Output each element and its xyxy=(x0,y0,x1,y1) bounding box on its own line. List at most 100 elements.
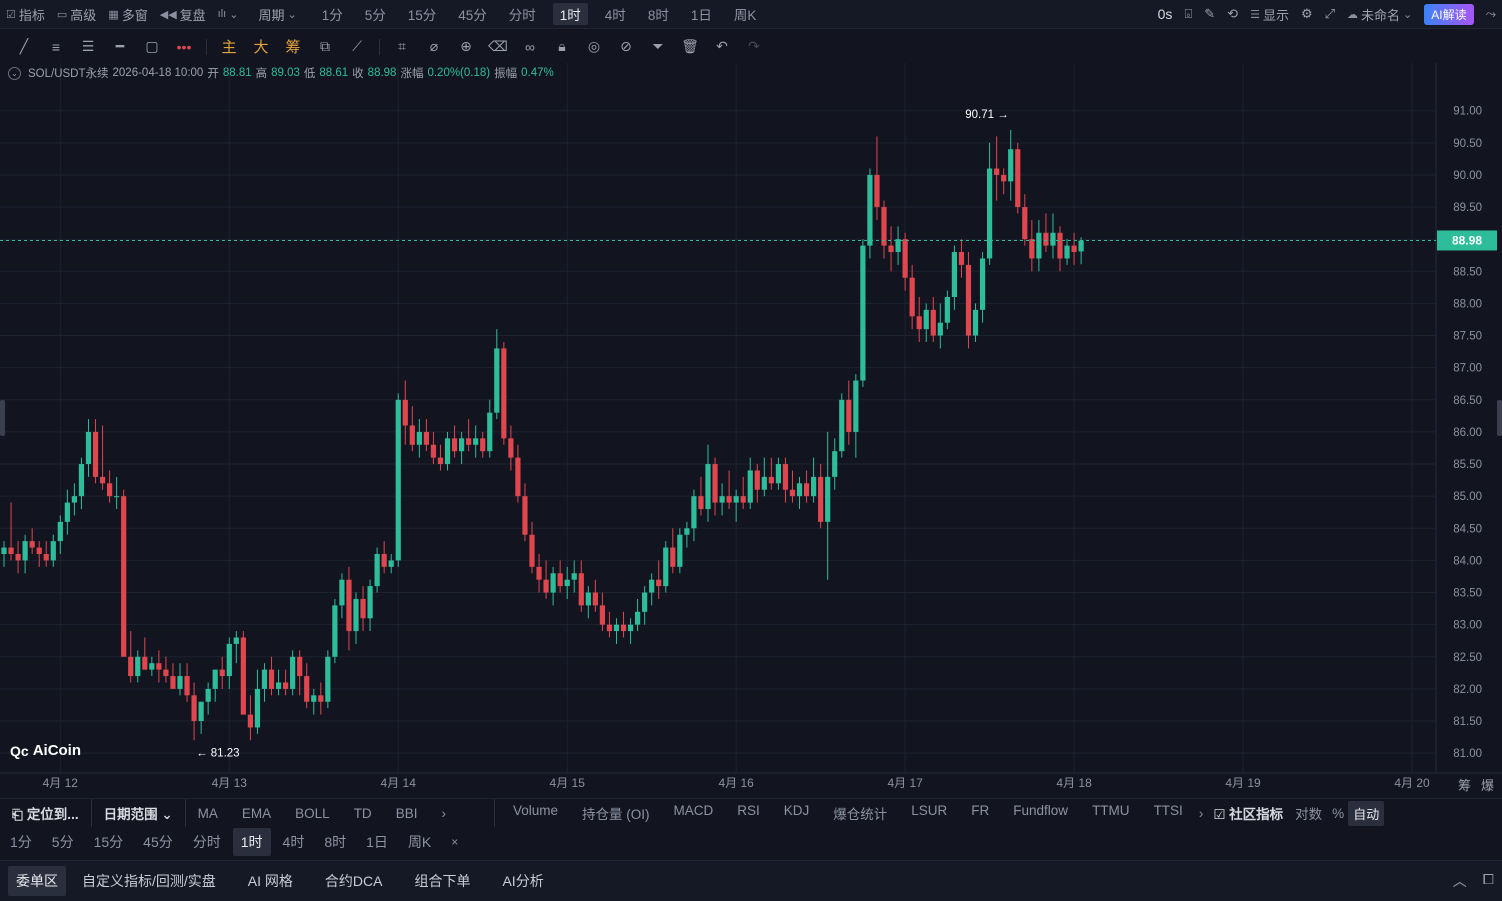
pen-button[interactable]: ✎ xyxy=(1198,0,1221,29)
right-drag-handle[interactable] xyxy=(1497,400,1502,436)
period-tab-7[interactable]: 8时 xyxy=(314,832,356,852)
layout-dropdown[interactable]: ☁ 未命名 ⌄ xyxy=(1341,0,1418,29)
sub-indicator-item[interactable]: TTSI xyxy=(1142,803,1195,823)
main-indicator-item[interactable]: TD xyxy=(342,806,384,821)
ai-interpret-button[interactable]: AI解读 xyxy=(1424,3,1474,25)
chart-type-button[interactable]: ılı ⌄ xyxy=(212,0,245,29)
rectangle-tool[interactable]: ▢ xyxy=(136,33,168,61)
top-period-1[interactable]: 5分 xyxy=(354,0,397,29)
eraser-tool[interactable]: ⌫ xyxy=(482,33,514,61)
period-tab-3[interactable]: 45分 xyxy=(133,832,183,852)
period-tab-5[interactable]: 1时 xyxy=(232,828,271,856)
bottom-tab-1[interactable]: 自定义指标/回测/实盘 xyxy=(66,871,232,891)
settings-button[interactable]: ⚙ xyxy=(1295,0,1319,29)
period-tab-6[interactable]: 4时 xyxy=(273,832,315,852)
sub-indicator-item[interactable]: Fundflow xyxy=(1001,803,1080,823)
main-indicator-item[interactable]: BBI xyxy=(384,806,430,821)
tool-e[interactable]: ∞ xyxy=(514,33,546,61)
sub-indicator-item[interactable]: FR xyxy=(959,803,1001,823)
sub-indicator-item[interactable]: TTMU xyxy=(1080,803,1142,823)
price-chart[interactable]: 91.0090.5090.0089.5089.0088.5088.0087.50… xyxy=(0,63,1502,795)
auto-scale-button[interactable]: 自动 xyxy=(1348,800,1385,826)
chips-tag[interactable]: 筹 xyxy=(1458,775,1471,794)
main-indicator-item[interactable]: BOLL xyxy=(283,806,342,821)
bottom-tab-0[interactable]: 委单区 xyxy=(8,866,66,896)
candlestick-svg[interactable]: 91.0090.5090.0089.5089.0088.5088.0087.50… xyxy=(0,63,1502,795)
parallel-lines-tool[interactable]: ≡ xyxy=(40,33,72,61)
top-period-9[interactable]: 周K xyxy=(723,0,768,29)
period-tab-9[interactable]: 周K xyxy=(398,832,441,852)
period-tab-4[interactable]: 分时 xyxy=(183,832,231,852)
sub-indicator-item[interactable]: MACD xyxy=(661,803,725,823)
zoom-tool[interactable]: ⊕ xyxy=(450,33,482,61)
top-period-7[interactable]: 8时 xyxy=(637,0,680,29)
main-indicator-item[interactable]: MA xyxy=(186,806,230,821)
daterange-label: 日期范围 xyxy=(103,807,158,822)
close-periods-button[interactable]: × xyxy=(441,835,468,849)
main-indicator-item[interactable]: EMA xyxy=(230,806,283,821)
sub-indicator-item[interactable]: RSI xyxy=(725,803,772,823)
locate-button[interactable]: ⎗ 定位到... xyxy=(0,803,91,823)
liquidation-tag[interactable]: 爆 xyxy=(1481,775,1494,794)
period-dropdown[interactable]: 周期 ⌄ xyxy=(252,0,302,29)
bottom-tab-4[interactable]: 组合下单 xyxy=(398,871,486,891)
period-tab-8[interactable]: 1日 xyxy=(356,832,398,852)
community-indicators-button[interactable]: ☑ 社区指标 xyxy=(1207,803,1289,823)
refresh-button[interactable]: ⟲ xyxy=(1221,0,1244,29)
horizontal-lines-tool[interactable]: ☰ xyxy=(72,33,104,61)
toggle-icon[interactable]: ⌄ xyxy=(8,66,21,80)
period-tab-2[interactable]: 15分 xyxy=(84,832,134,852)
trend-line-tool[interactable]: ╱ xyxy=(8,33,40,61)
top-period-4[interactable]: 分时 xyxy=(498,0,547,29)
sub-indicator-item[interactable]: Volume xyxy=(501,803,570,823)
replay-button[interactable]: ◀◀ 复盘 xyxy=(154,0,212,29)
period-tab-0[interactable]: 1分 xyxy=(0,832,42,852)
horizontal-ray-tool[interactable]: ━ xyxy=(104,33,136,61)
daterange-button[interactable]: 日期范围 ⌄ xyxy=(92,803,185,823)
camera-button[interactable]: ⌻ xyxy=(1178,0,1198,29)
bottom-tab-5[interactable]: AI分析 xyxy=(486,871,559,891)
top-period-2[interactable]: 15分 xyxy=(397,0,448,29)
sub-indicator-item[interactable]: KDJ xyxy=(772,803,822,823)
filter-tool[interactable]: ⏷ xyxy=(642,33,674,61)
chips-toggle[interactable]: 筹 xyxy=(277,33,309,61)
percent-scale-button[interactable]: % xyxy=(1328,806,1348,821)
tool-a[interactable]: ⧉ xyxy=(309,33,341,61)
sub-ind-next-button[interactable]: › xyxy=(1195,806,1208,821)
main-ind-next-button[interactable]: › xyxy=(429,806,458,821)
candle-body xyxy=(332,605,338,657)
main-chart-toggle[interactable]: 主 xyxy=(213,33,245,61)
sub-indicator-item[interactable]: 持仓量 (OI) xyxy=(570,803,662,823)
lock-tool[interactable]: 🔒︎ xyxy=(546,33,578,61)
chevron-up-icon[interactable]: ︿ xyxy=(1453,871,1467,891)
sub-indicator-item[interactable]: LSUR xyxy=(899,803,959,823)
top-period-6[interactable]: 4时 xyxy=(594,0,637,29)
fullscreen-button[interactable]: ⤢ xyxy=(1319,0,1341,29)
log-scale-button[interactable]: 对数 xyxy=(1289,803,1328,823)
tool-d[interactable]: ⌀ xyxy=(418,33,450,61)
share-button[interactable]: ⤳ xyxy=(1480,0,1502,29)
left-drag-handle[interactable] xyxy=(0,400,5,436)
tool-c[interactable]: ⌗ xyxy=(386,33,418,61)
period-tab-1[interactable]: 5分 xyxy=(42,832,84,852)
sub-indicator-item[interactable]: 爆仓统计 xyxy=(821,803,899,823)
multiwindow-button[interactable]: ▦ 多窗 xyxy=(102,0,153,29)
bottom-tab-3[interactable]: 合约DCA xyxy=(309,871,399,891)
big-order-toggle[interactable]: 大 xyxy=(245,33,277,61)
more-tools[interactable]: ••• xyxy=(168,33,200,61)
tool-f[interactable]: ◎ xyxy=(578,33,610,61)
indicators-button[interactable]: ☑ 指标 xyxy=(0,0,51,29)
delete-tool[interactable]: 🗑︎ xyxy=(674,33,706,61)
top-period-0[interactable]: 1分 xyxy=(311,0,354,29)
advanced-button[interactable]: ▭ 高级 xyxy=(51,0,102,29)
top-period-5[interactable]: 1时 xyxy=(552,3,588,25)
display-button[interactable]: ☰ 显示 xyxy=(1244,0,1295,29)
undo-button[interactable]: ↶ xyxy=(706,33,738,61)
redo-button[interactable]: ↷ xyxy=(738,33,770,61)
maximize-icon[interactable]: ⧠ xyxy=(1483,871,1494,891)
tool-g[interactable]: ⊘ xyxy=(610,33,642,61)
top-period-3[interactable]: 45分 xyxy=(447,0,498,29)
tool-b[interactable]: ⟋ xyxy=(341,33,373,61)
top-period-8[interactable]: 1日 xyxy=(680,0,723,29)
bottom-tab-2[interactable]: AI 网格 xyxy=(232,871,309,891)
